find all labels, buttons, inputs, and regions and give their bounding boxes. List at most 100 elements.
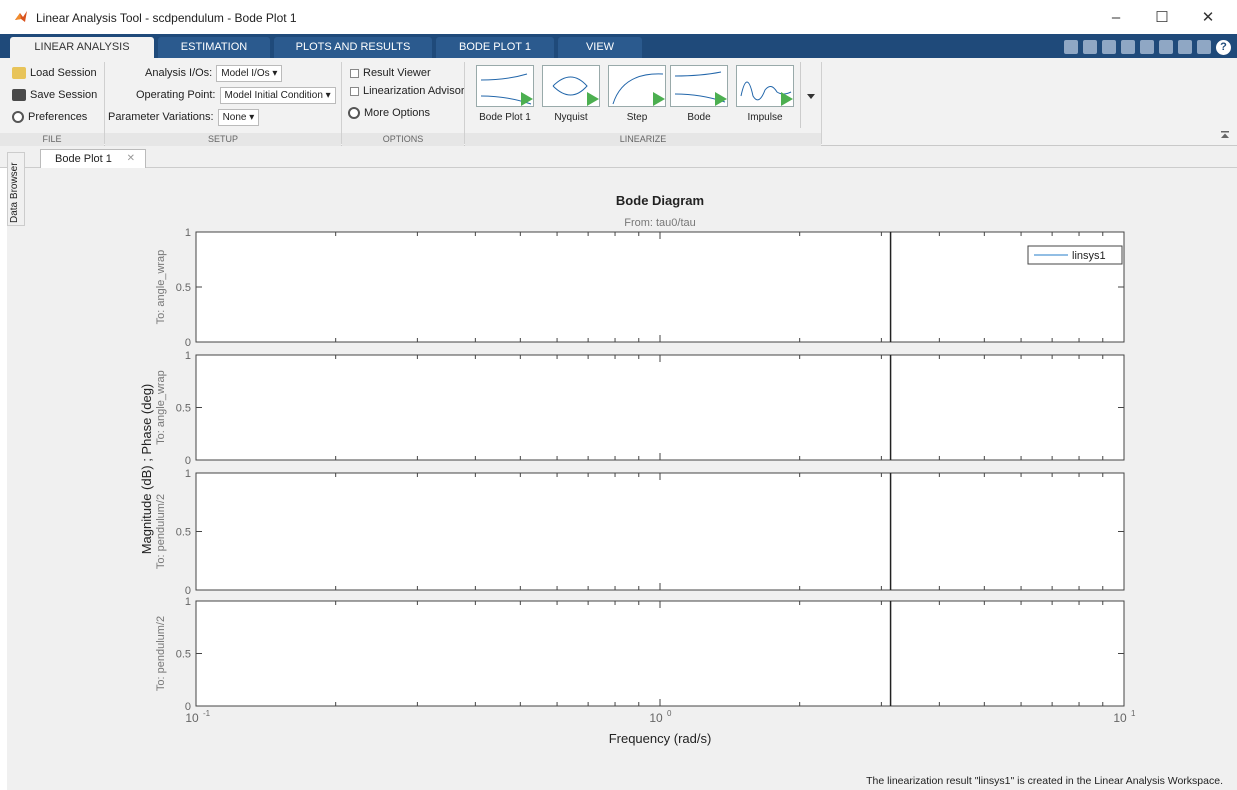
save-session-label: Save Session bbox=[30, 89, 98, 101]
step-thumbnail-icon bbox=[612, 73, 665, 106]
status-bar: The linearization result "linsys1" is cr… bbox=[0, 773, 1237, 790]
paste-icon[interactable] bbox=[1140, 40, 1154, 54]
window-title: Linear Analysis Tool - scdpendulum - Bod… bbox=[36, 11, 297, 25]
section-label-linearize: LINEARIZE bbox=[465, 133, 821, 146]
nyquist-thumbnail[interactable] bbox=[542, 65, 600, 107]
gear-icon bbox=[12, 111, 24, 123]
analysis-ios-dropdown[interactable]: Model I/Os ▾ bbox=[216, 64, 283, 82]
x-tick-exponent: -1 bbox=[203, 709, 211, 718]
impulse-thumbnail-icon bbox=[740, 81, 793, 106]
tab-estimation[interactable]: ESTIMATION bbox=[158, 37, 270, 58]
divider bbox=[341, 62, 342, 144]
collapse-toolstrip-icon[interactable] bbox=[1220, 130, 1230, 140]
gear-icon bbox=[348, 107, 360, 119]
save-session-button[interactable]: Save Session bbox=[12, 86, 97, 104]
x-tick-label: 10 bbox=[185, 711, 199, 725]
tab-view[interactable]: VIEW bbox=[558, 37, 642, 58]
toolstrip: Load Session Save Session Preferences FI… bbox=[0, 58, 1237, 146]
layout-icon[interactable] bbox=[1197, 40, 1211, 54]
tab-plots-and-results[interactable]: PLOTS AND RESULTS bbox=[274, 37, 432, 58]
operating-point-dropdown[interactable]: Model Initial Condition ▾ bbox=[219, 86, 336, 104]
preferences-button[interactable]: Preferences bbox=[12, 108, 87, 126]
quick-access-toolbar: ? bbox=[1064, 38, 1231, 56]
chart-subtitle: From: tau0/tau bbox=[624, 217, 696, 229]
tab-bode-plot-1[interactable]: BODE PLOT 1 bbox=[436, 37, 554, 58]
help-icon[interactable]: ? bbox=[1216, 39, 1231, 55]
cut-icon[interactable] bbox=[1102, 40, 1116, 54]
ribbon-tab-bar: LINEAR ANALYSIS ESTIMATION PLOTS AND RES… bbox=[0, 34, 1237, 58]
gallery-expand-button[interactable] bbox=[800, 62, 820, 128]
data-browser-panel[interactable]: Data Browser bbox=[7, 152, 25, 226]
tab-linear-analysis[interactable]: LINEAR ANALYSIS bbox=[10, 37, 154, 58]
new-icon[interactable] bbox=[1064, 40, 1078, 54]
x-tick-label: 10 bbox=[649, 711, 663, 725]
bode-thumbnail[interactable] bbox=[670, 65, 728, 107]
plot-area: Bode Diagram From: tau0/tau 0 0.5 1 To: angle… bbox=[7, 168, 1237, 790]
subplot-ylabel: To: angle_wrap bbox=[155, 370, 167, 445]
load-session-label: Load Session bbox=[30, 67, 97, 79]
linearization-advisor-checkbox[interactable]: Linearization Advisor bbox=[350, 82, 465, 100]
close-icon[interactable]: ✕ bbox=[127, 150, 135, 168]
linearization-advisor-label: Linearization Advisor bbox=[363, 85, 465, 97]
document-tab-label: Bode Plot 1 bbox=[55, 153, 112, 165]
bode-plot-1-thumbnail[interactable] bbox=[476, 65, 534, 107]
subplot-axes bbox=[195, 354, 1125, 461]
subplot-ylabel: To: angle_wrap bbox=[155, 250, 167, 325]
divider bbox=[821, 62, 822, 144]
linearize-impulse-label: Impulse bbox=[747, 112, 783, 123]
checkbox-icon bbox=[350, 86, 359, 96]
subplot-ylabel: To: pendulum/2 bbox=[155, 616, 167, 691]
result-viewer-label: Result Viewer bbox=[363, 67, 431, 79]
step-thumbnail[interactable] bbox=[608, 65, 666, 107]
maximize-button[interactable]: ☐ bbox=[1139, 0, 1185, 34]
close-button[interactable]: ✕ bbox=[1185, 0, 1231, 34]
document-tab-bar: Bode Plot 1 ✕ bbox=[0, 146, 1237, 168]
y-tick-label: 0 bbox=[185, 337, 191, 349]
divider bbox=[104, 62, 105, 144]
title-bar: Linear Analysis Tool - scdpendulum - Bod… bbox=[0, 0, 1237, 34]
y-tick-label: 0 bbox=[185, 455, 191, 467]
y-tick-label: 0.5 bbox=[176, 282, 191, 294]
status-message: The linearization result "linsys1" is cr… bbox=[866, 775, 1223, 787]
section-label-file: FILE bbox=[0, 133, 104, 146]
linearize-bode-label: Bode bbox=[687, 112, 711, 123]
tab-bode-plot-1-document[interactable]: Bode Plot 1 ✕ bbox=[40, 149, 146, 168]
chevron-down-icon bbox=[807, 94, 815, 99]
x-tick-label: 10 bbox=[1113, 711, 1127, 725]
bode-thumbnail-icon bbox=[674, 71, 727, 106]
divider bbox=[464, 62, 465, 144]
parameter-variations-label: Parameter Variations: bbox=[108, 111, 214, 123]
data-browser-label: Data Browser bbox=[9, 162, 20, 223]
bode-thumbnail-icon bbox=[480, 73, 533, 106]
linearize-bode-plot-1-label: Bode Plot 1 bbox=[479, 112, 531, 123]
result-viewer-checkbox[interactable]: Result Viewer bbox=[350, 64, 431, 82]
y-tick-label: 1 bbox=[185, 350, 191, 362]
x-tick-exponent: 0 bbox=[667, 709, 672, 718]
subplot-axes bbox=[195, 231, 1125, 343]
subplot-axes bbox=[195, 472, 1125, 591]
subplot-ylabel: To: pendulum/2 bbox=[155, 494, 167, 569]
copy-icon[interactable] bbox=[1121, 40, 1135, 54]
impulse-thumbnail[interactable] bbox=[736, 65, 794, 107]
save-icon[interactable] bbox=[1083, 40, 1097, 54]
x-axis-label: Frequency (rad/s) bbox=[609, 731, 712, 746]
load-session-button[interactable]: Load Session bbox=[12, 64, 97, 82]
more-options-button[interactable]: More Options bbox=[348, 104, 430, 122]
parameter-variations-dropdown[interactable]: None ▾ bbox=[217, 108, 260, 126]
y-tick-label: 1 bbox=[185, 227, 191, 239]
redo-icon[interactable] bbox=[1178, 40, 1192, 54]
minimize-button[interactable]: – bbox=[1093, 0, 1139, 34]
x-tick-exponent: 1 bbox=[1131, 709, 1136, 718]
preferences-label: Preferences bbox=[28, 111, 88, 123]
bode-diagram: Bode Diagram From: tau0/tau 0 0.5 1 To: angle… bbox=[139, 193, 1136, 746]
save-icon bbox=[12, 89, 26, 101]
checkbox-icon bbox=[350, 68, 359, 78]
nyquist-thumbnail-icon bbox=[552, 76, 599, 106]
operating-point-label: Operating Point: bbox=[136, 89, 216, 101]
analysis-ios-label: Analysis I/Os: bbox=[145, 67, 213, 79]
section-label-options: OPTIONS bbox=[342, 133, 464, 146]
linearize-nyquist-label: Nyquist bbox=[554, 112, 588, 123]
y-tick-label: 0.5 bbox=[176, 649, 191, 661]
undo-icon[interactable] bbox=[1159, 40, 1173, 54]
y-tick-label: 0.5 bbox=[176, 403, 191, 415]
